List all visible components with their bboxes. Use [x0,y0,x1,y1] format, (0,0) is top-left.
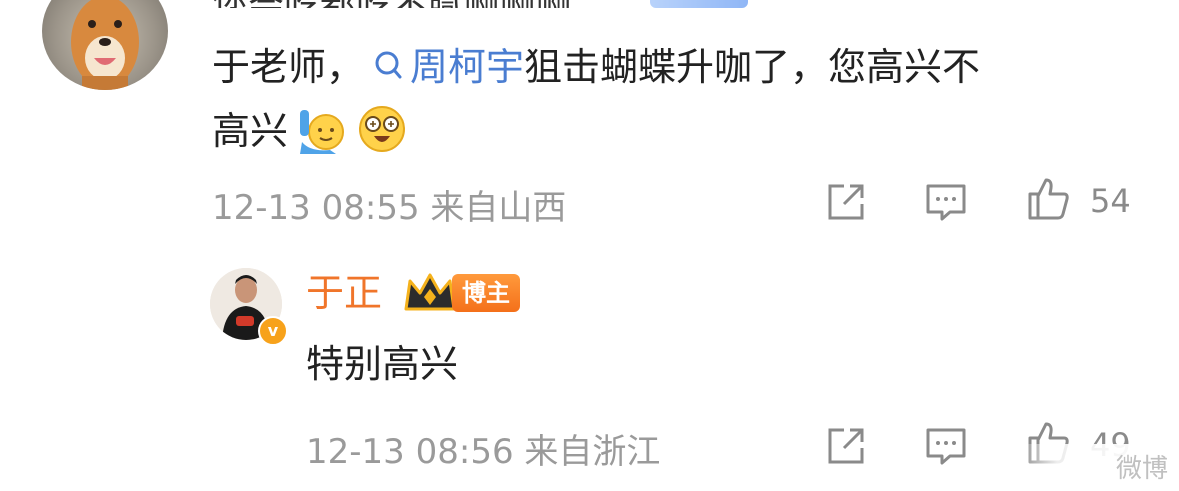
reply-text: 特别高兴 [306,342,459,386]
verified-v-icon: v [258,316,288,346]
comment-meta: 12-13 08:55 来自山西 [212,180,566,229]
comment-text-prefix: 于老师， [212,45,365,89]
fan-badge [650,0,748,8]
truncated-comment-text: 您会吃都吃不腻啊啊啊 [212,0,572,8]
share-icon[interactable] [822,178,870,226]
comment-time: 12-13 08:55 [212,188,420,228]
search-icon [375,51,402,79]
raising-hand-emoji [300,110,345,154]
blogger-badge: 博主 [452,274,520,312]
comment-icon[interactable] [922,178,970,226]
excited-face-emoji [359,106,406,152]
shiba-dog-image [71,0,139,90]
share-icon[interactable] [822,422,870,470]
comment-icon[interactable] [922,422,970,470]
reply-time: 12-13 08:56 [306,432,514,472]
comment-text-line2: 高兴 [212,102,408,156]
comment-like-count: 54 [1090,182,1131,220]
mention-name: 周柯宇 [410,45,525,89]
thumbs-up-icon[interactable] [1024,174,1072,222]
comment-text-line2-text: 高兴 [212,109,289,153]
reply-meta: 12-13 08:56 来自浙江 [306,424,660,473]
comment-location: 来自山西 [430,188,567,228]
mention-link[interactable]: 周柯宇 [364,45,524,89]
crown-icon [404,273,456,311]
comment-text-suffix: 狙击蝴蝶升咖了，您高兴不 [524,45,981,89]
reply-author-name[interactable]: 于正 [306,268,382,318]
watermark-text: 微博 [1115,454,1168,484]
commenter-avatar[interactable] [42,0,168,90]
reply-location: 来自浙江 [524,432,661,472]
watermark: 微博 [1018,444,1174,484]
comment-text-line1: 于老师， 周柯宇狙击蝴蝶升咖了，您高兴不 [212,42,980,92]
